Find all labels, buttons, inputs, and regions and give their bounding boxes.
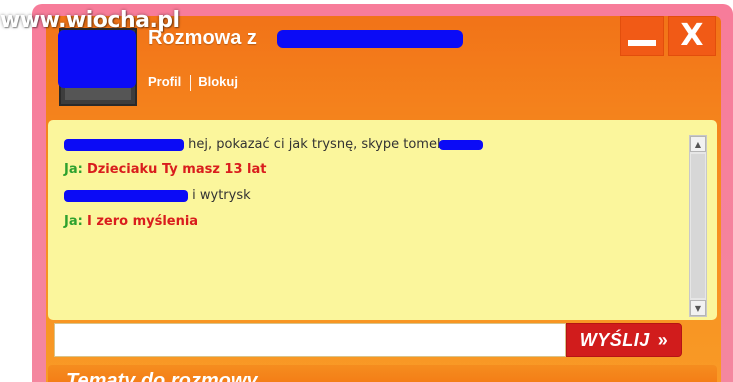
- message-text: Dzieciaku Ty masz 13 lat: [86, 162, 267, 177]
- my-name-label: Ja:: [64, 214, 83, 229]
- send-button-label: WYŚLIJ: [579, 329, 650, 350]
- scroll-track[interactable]: [691, 154, 705, 298]
- message-text: hej, pokazać ci jak trysnę, skype tomek: [188, 137, 445, 152]
- send-arrows-icon: »: [657, 329, 669, 350]
- vertical-scrollbar[interactable]: ▲ ▼: [689, 135, 707, 317]
- conversation-title-prefix: Rozmowa z: [148, 27, 257, 49]
- profile-link[interactable]: Profil: [148, 74, 181, 89]
- send-button[interactable]: WYŚLIJ »: [566, 323, 682, 357]
- minimize-button[interactable]: [620, 16, 664, 56]
- minimize-icon: [628, 40, 656, 46]
- redaction-username: [277, 30, 463, 48]
- link-separator: [190, 74, 192, 91]
- list-item: hej, pokazać ci jak trysnę, skype tomek: [64, 137, 483, 152]
- block-link[interactable]: Blokuj: [198, 74, 238, 89]
- redaction-avatar: [58, 30, 136, 88]
- message-history[interactable]: hej, pokazać ci jak trysnę, skype tomek …: [48, 120, 717, 320]
- close-button[interactable]: X: [668, 16, 716, 56]
- list-item: Ja: I zero myślenia: [64, 214, 198, 229]
- list-item: i wytrysk: [64, 188, 251, 203]
- conversation-title: Rozmowa z: [148, 27, 257, 55]
- topics-bar[interactable]: Tematy do rozmowy: [48, 365, 717, 382]
- redaction-sender: [64, 138, 184, 151]
- message-input[interactable]: [54, 323, 566, 357]
- redaction-sender: [64, 189, 188, 202]
- message-text: I zero myślenia: [86, 214, 199, 229]
- topics-bar-label: Tematy do rozmowy: [66, 370, 258, 382]
- scroll-up-icon[interactable]: ▲: [690, 136, 706, 152]
- close-icon: X: [680, 18, 704, 53]
- my-name-label: Ja:: [64, 162, 83, 177]
- header-links: Profil Blokuj: [148, 74, 238, 92]
- message-text: i wytrysk: [192, 188, 251, 203]
- list-item: Ja: Dzieciaku Ty masz 13 lat: [64, 162, 266, 177]
- redaction-skype: [438, 139, 483, 150]
- scroll-down-icon[interactable]: ▼: [690, 300, 706, 316]
